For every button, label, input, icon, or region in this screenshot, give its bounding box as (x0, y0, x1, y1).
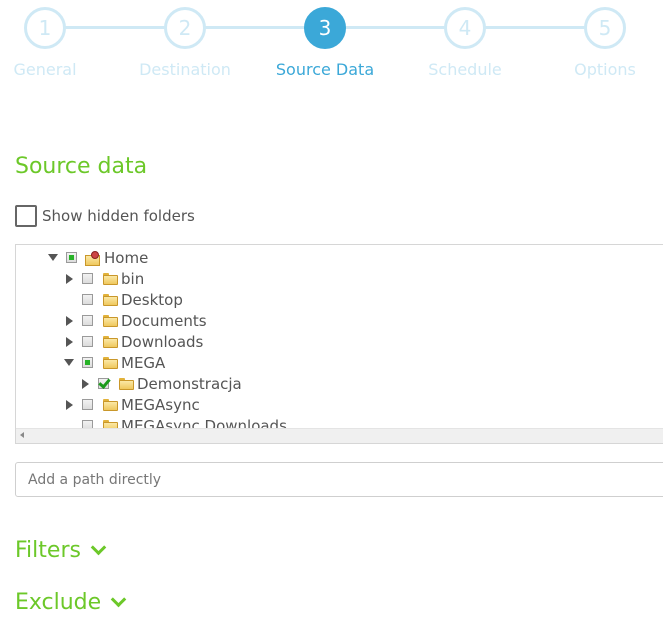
tree-checkbox-partial[interactable] (66, 252, 77, 263)
tree-checkbox[interactable] (82, 336, 93, 347)
folder-icon (103, 357, 118, 369)
tree-node-label: MEGAsync (121, 395, 200, 414)
home-folder-icon (85, 250, 100, 266)
tree-checkbox-checked[interactable] (98, 378, 109, 389)
tree-node-bin[interactable]: bin (62, 268, 144, 289)
horizontal-scrollbar[interactable] (16, 428, 663, 443)
tree-node-documents[interactable]: Documents (62, 310, 207, 331)
tree-node-label: Documents (121, 311, 207, 330)
step-number: 4 (444, 7, 486, 49)
folder-icon (119, 378, 134, 390)
show-hidden-folders-label[interactable]: Show hidden folders (42, 207, 195, 225)
folder-icon (103, 273, 118, 285)
step-connector (204, 26, 306, 29)
tree-node-mega[interactable]: MEGA (62, 352, 165, 373)
collapse-toggle-icon[interactable] (62, 331, 76, 352)
section-title: Source data (15, 154, 148, 179)
show-hidden-folders-checkbox[interactable] (15, 205, 37, 227)
tree-node-label: bin (121, 269, 145, 288)
tree-node-label: Home (104, 248, 149, 267)
tree-node-home[interactable]: Home (46, 247, 148, 268)
chevron-down-icon (90, 539, 107, 556)
step-label: Options (574, 60, 636, 79)
wizard-stepper: 1 General 2 Destination 3 Source Data 4 … (0, 0, 663, 90)
folder-tree[interactable]: Home bin Desktop Documents Downloads MEG… (15, 244, 663, 444)
exclude-section-toggle[interactable]: Exclude (15, 590, 127, 615)
step-label: Destination (139, 60, 231, 79)
step-connector (344, 26, 446, 29)
filters-label: Filters (15, 538, 81, 563)
expand-toggle-icon[interactable] (46, 247, 60, 268)
tree-node-label: Demonstracja (137, 374, 242, 393)
tree-checkbox-partial[interactable] (82, 357, 93, 368)
step-number: 2 (164, 7, 206, 49)
no-toggle (62, 289, 76, 310)
expand-toggle-icon[interactable] (62, 352, 76, 373)
collapse-toggle-icon[interactable] (62, 394, 76, 415)
exclude-label: Exclude (15, 590, 102, 615)
step-connector (64, 26, 166, 29)
tree-node-desktop[interactable]: Desktop (62, 289, 183, 310)
step-number: 1 (24, 7, 66, 49)
chevron-down-icon (110, 591, 127, 608)
collapse-toggle-icon[interactable] (62, 310, 76, 331)
tree-node-downloads[interactable]: Downloads (62, 331, 203, 352)
folder-icon (103, 294, 118, 306)
scroll-left-arrow-icon[interactable] (20, 432, 24, 438)
tree-node-demonstracja[interactable]: Demonstracja (78, 373, 242, 394)
tree-node-label: Downloads (121, 332, 204, 351)
tree-checkbox[interactable] (82, 294, 93, 305)
folder-icon (103, 315, 118, 327)
step-label: Schedule (428, 60, 502, 79)
step-connector (484, 26, 586, 29)
step-number: 5 (584, 7, 626, 49)
show-hidden-folders-option[interactable]: Show hidden folders (15, 205, 195, 227)
step-number: 3 (304, 7, 346, 49)
folder-icon (103, 336, 118, 348)
tree-checkbox[interactable] (82, 273, 93, 284)
step-label: General (13, 60, 77, 79)
tree-checkbox[interactable] (82, 399, 93, 410)
collapse-toggle-icon[interactable] (62, 268, 76, 289)
tree-node-label: Desktop (121, 290, 183, 309)
folder-tree-viewport: Home bin Desktop Documents Downloads MEG… (16, 245, 663, 430)
tree-node-label: MEGA (121, 353, 166, 372)
collapse-toggle-icon[interactable] (78, 373, 92, 394)
tree-node-megasync[interactable]: MEGAsync (62, 394, 200, 415)
add-path-input[interactable] (15, 462, 663, 497)
step-label: Source Data (275, 60, 375, 79)
folder-icon (103, 399, 118, 411)
filters-section-toggle[interactable]: Filters (15, 538, 107, 563)
tree-checkbox[interactable] (82, 315, 93, 326)
